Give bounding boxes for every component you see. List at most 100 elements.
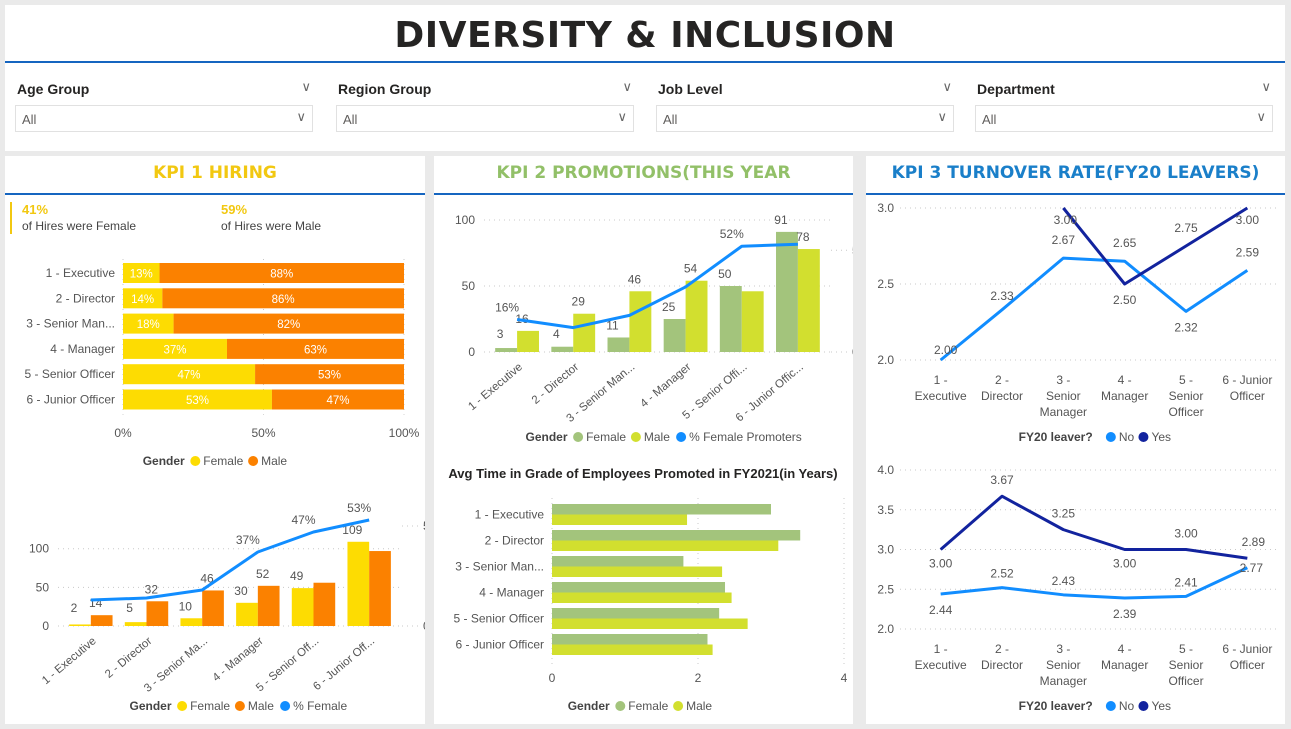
x-tick-label: 3 -	[1056, 373, 1070, 387]
line-no	[939, 256, 1249, 362]
kpi3-title: KPI 3 TURNOVER RATE(FY20 LEAVERS)	[891, 163, 1260, 183]
data-label-no: 2.59	[1236, 245, 1260, 259]
x-tick-label: Manager	[1101, 658, 1148, 672]
y-tick-label: 6 - Junior Officer	[27, 393, 115, 407]
y-tick-label: 2 - Director	[485, 534, 544, 548]
chevron-down-icon[interactable]: ∨	[622, 79, 632, 95]
data-label-female: 4	[553, 327, 560, 341]
x-tick-label: 5 -	[1179, 642, 1193, 656]
y-tick-label: 100	[455, 213, 475, 227]
legend-label: Female	[586, 430, 626, 444]
bar-female-3-senior-ma	[180, 618, 203, 626]
age-group-dropdown[interactable]: All ∨	[15, 105, 313, 132]
chevron-down-icon[interactable]: ∨	[301, 79, 311, 95]
legend-title: Gender	[143, 454, 185, 468]
bar-male-5-senior-officer	[552, 618, 748, 629]
line-yes	[939, 494, 1248, 560]
legend-title: FY20 leaver?	[1019, 699, 1093, 713]
legend-label: Male	[261, 454, 287, 468]
bar-female-4-manager	[552, 582, 726, 593]
data-label-no: 2.00	[934, 343, 958, 357]
y-tick-label: 3 - Senior Man...	[455, 560, 544, 574]
x-tick-label: Director	[981, 389, 1023, 403]
line-no	[940, 566, 1248, 600]
bar-male-4-manager	[257, 585, 280, 626]
stat-value: 59%	[221, 202, 248, 217]
data-label-no: 2.32	[1174, 320, 1198, 334]
stat-accent-bar	[10, 202, 12, 234]
data-label-female: 49	[290, 569, 304, 583]
bar-male-3-senior-ma	[202, 590, 224, 626]
bar-female-2-director	[551, 346, 574, 352]
x-tick-label: Senior	[1046, 658, 1081, 672]
legend-title: FY20 leaver?	[1019, 430, 1093, 444]
legend-label: No	[1119, 699, 1135, 713]
y-tick-label: 2.5	[877, 277, 894, 291]
x-tick-label: 4 -	[1118, 642, 1132, 656]
bar-female-5-senior-off	[291, 588, 314, 626]
y-tick-label: 3.5	[877, 503, 894, 517]
y-tick-label: 5 - Senior Officer	[25, 367, 115, 381]
data-label-female: 50	[718, 267, 732, 281]
bar-female-3-senior-man	[607, 337, 630, 352]
y-tick-label: 1 - Executive	[46, 266, 116, 280]
legend-label: No	[1119, 430, 1135, 444]
bar-female-1-executive	[69, 624, 91, 626]
job-level-dropdown[interactable]: All ∨	[656, 105, 954, 132]
data-label-yes: 2.89	[1242, 535, 1266, 549]
x-tick-label: 4	[841, 671, 848, 685]
slicer-label: Region Group	[338, 81, 432, 97]
kpi2-divider	[434, 193, 853, 195]
bar-female-2-director	[124, 622, 147, 626]
data-label-pct: 52%	[720, 227, 744, 241]
data-label-yes: 3.00	[1174, 527, 1198, 541]
y-tick-label: 3 - Senior Man...	[26, 317, 115, 331]
data-label: 13%	[130, 269, 153, 281]
x-tick-label: Executive	[915, 658, 967, 672]
slicer-age-group: Age Group ∨ All ∨	[15, 79, 313, 133]
y-tick-label: 2.5	[877, 582, 894, 596]
line-yes	[1062, 206, 1249, 286]
legend-label: % Female	[293, 699, 347, 713]
data-label-no: 2.44	[929, 603, 953, 617]
x-tick-label: 0	[549, 671, 556, 685]
y2-tick-label: 50%	[423, 519, 425, 533]
department-dropdown[interactable]: All ∨	[975, 105, 1273, 132]
data-label-no: 2.41	[1174, 575, 1198, 589]
hiring-count-chart: 0501000%50%2141 - Executive5322 - Direct…	[29, 501, 425, 713]
x-tick-label: Manager	[1040, 674, 1087, 688]
legend-marker-female	[177, 701, 188, 711]
legend-label: Yes	[1151, 430, 1171, 444]
page-title: DIVERSITY & INCLUSION	[394, 15, 896, 56]
stat-value: 41%	[22, 202, 49, 217]
x-tick-label: 0%	[114, 426, 132, 440]
bar-female-5-senior-offi	[719, 286, 742, 352]
legend-label: Male	[686, 699, 712, 713]
bar-male-2-director	[146, 601, 169, 626]
bar-female-6-junior-off	[347, 541, 370, 626]
slicer-label: Job Level	[658, 81, 723, 97]
data-label-male: 78	[796, 230, 810, 244]
legend-label: % Female Promoters	[689, 430, 802, 444]
bar-male-4-manager	[552, 592, 732, 603]
data-label-male: 29	[572, 295, 586, 309]
data-label: 47%	[326, 395, 349, 407]
x-tick-label: 6 - Junior	[1222, 373, 1272, 387]
region-group-dropdown[interactable]: All ∨	[336, 105, 634, 132]
male-hires-stat: 59% of Hires were Male	[221, 202, 321, 233]
bar-female-3-senior-man	[552, 556, 684, 567]
chevron-down-icon[interactable]: ∨	[1261, 79, 1271, 95]
legend-title: Gender	[130, 699, 172, 713]
chevron-down-icon[interactable]: ∨	[942, 79, 952, 95]
bar-male-5-senior-off	[313, 582, 336, 626]
y-tick-label: 5 - Senior Officer	[454, 612, 544, 626]
bar-male-3-senior-man	[629, 291, 652, 352]
x-tick-label: Executive	[915, 389, 967, 403]
legend-marker-male	[673, 701, 684, 711]
y-tick-label: 50	[462, 279, 476, 293]
slicer-value: All	[22, 112, 37, 127]
legend-marker-no	[1105, 701, 1116, 711]
x-tick-label: Senior	[1169, 658, 1204, 672]
y-tick-label: 0	[468, 345, 475, 359]
female-hires-stat: 41% of Hires were Female	[22, 202, 136, 233]
